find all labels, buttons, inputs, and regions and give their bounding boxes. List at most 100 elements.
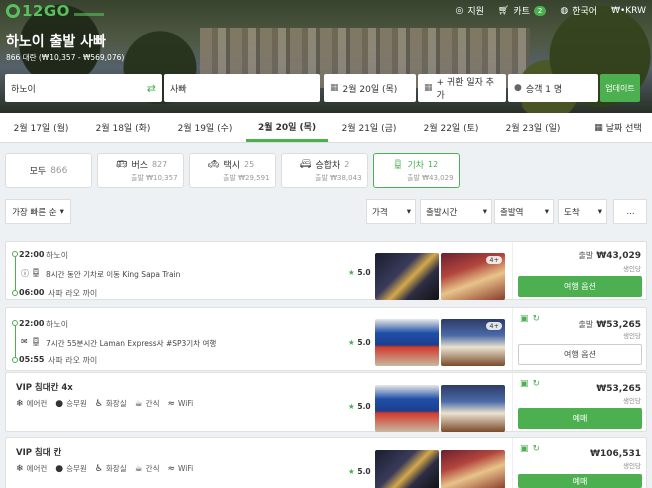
- more-filters-button[interactable]: ...: [613, 199, 647, 224]
- from-field[interactable]: 하노이 ⇄: [5, 74, 162, 102]
- price: 출발 ₩43,029: [578, 250, 641, 261]
- amenity-label: WiFi: [178, 464, 194, 473]
- price-note: 생인당: [623, 462, 641, 470]
- return-date-field[interactable]: ▦ + 귀환 일자 추가: [418, 74, 506, 102]
- rating-value: 5.0: [357, 338, 371, 347]
- trip-options-button[interactable]: 여행 옵션: [518, 276, 642, 297]
- cart-label: 카트: [513, 7, 530, 17]
- to-value: 사빠: [170, 84, 187, 95]
- calendar-icon: ▦: [330, 83, 339, 93]
- date-tab[interactable]: 2월 19일 (수): [164, 113, 246, 142]
- more-photos-badge: 4+: [486, 322, 502, 330]
- rating-value: 5.0: [357, 268, 371, 277]
- date-tab[interactable]: 2월 21일 (금): [328, 113, 410, 142]
- date-picker-button[interactable]: ▦ 날짜 선택: [584, 113, 652, 142]
- qr-icon: ▣: [520, 444, 529, 454]
- currency-selector[interactable]: ₩•KRW: [611, 6, 646, 16]
- currency-label: ₩•KRW: [611, 5, 646, 16]
- tab-bus-price: 출발 ₩10,357: [131, 174, 178, 182]
- sort-dropdown[interactable]: 가장 빠른 순 ▾: [5, 199, 71, 224]
- arrival-place: 사파 라오 까이: [48, 356, 98, 365]
- star-icon: ★: [348, 402, 355, 411]
- snack-icon: ☕︎: [134, 398, 143, 409]
- trip-card[interactable]: 22:00 하노이 ✉︎ 🚆︎ 7시간 55분시간 Laman Express사…: [5, 307, 647, 371]
- train-cabin-photo[interactable]: 4+: [441, 253, 505, 300]
- date-tab[interactable]: 2월 22일 (토): [410, 113, 492, 142]
- passengers-field[interactable]: ● 승객 1 명: [508, 74, 598, 102]
- person-icon: ●: [55, 398, 64, 409]
- amenity-label: 간식: [145, 464, 160, 473]
- bus-icon: 🚌︎: [116, 159, 128, 170]
- tab-all[interactable]: 모두 866: [5, 153, 92, 188]
- taxi-icon: 🚕︎: [208, 159, 220, 170]
- price-note: 생인당: [623, 397, 641, 405]
- language-selector[interactable]: ◍ 한국어: [560, 4, 598, 18]
- book-button[interactable]: 예매: [518, 474, 642, 488]
- cart-link[interactable]: 🛒︎ 카트 2: [497, 4, 547, 17]
- operator-icons: ▣ ↻: [520, 314, 540, 324]
- train-exterior-photo[interactable]: [375, 385, 439, 432]
- tab-van[interactable]: 🚐︎ 승합차 2 출발 ₩38,043: [281, 153, 368, 188]
- train-exterior-photo[interactable]: [375, 319, 439, 366]
- date-tab-selected[interactable]: 2월 20일 (목): [246, 113, 328, 142]
- departure-place: 하노이: [46, 320, 69, 329]
- train-exterior-photo[interactable]: [375, 450, 439, 488]
- amenity-label: 승무원: [66, 464, 87, 473]
- departure-time-filter[interactable]: 출발시간 ▾: [420, 199, 492, 224]
- cart-icon: 🛒︎: [497, 5, 510, 16]
- train-cabin-photo[interactable]: 4+: [441, 319, 505, 366]
- chevron-down-icon: ▾: [597, 206, 602, 217]
- class-card[interactable]: VIP 침대칸 4x ❄ 에어컨 ● 승무원 ♿︎ 화장실 ☕︎ 간식 ≈ WiFi ★ …: [5, 372, 647, 432]
- support-link[interactable]: ◎ 지원: [456, 4, 484, 18]
- language-label: 한국어: [572, 7, 598, 17]
- to-field[interactable]: 사빠: [164, 74, 320, 102]
- train-cabin-photo[interactable]: [441, 385, 505, 432]
- price-filter-label: 가격: [372, 207, 388, 218]
- logo-underline: [73, 12, 104, 16]
- cart-count-badge: 2: [533, 5, 547, 16]
- tab-train-price: 출발 ₩43,029: [407, 174, 454, 182]
- departure-date-field[interactable]: ▦ 2월 20일 (목): [324, 74, 416, 102]
- wifi-icon: ≈: [167, 463, 176, 474]
- book-button[interactable]: 예매: [518, 408, 642, 429]
- date-tab[interactable]: 2월 23일 (일): [492, 113, 574, 142]
- arrival-dot: [12, 357, 18, 363]
- tab-taxi[interactable]: 🚕︎ 택시 25 출발 ₩29,591: [189, 153, 276, 188]
- arrival-filter-label: 도착: [564, 207, 580, 218]
- tab-bus[interactable]: 🚌︎ 버스 827 출발 ₩10,357: [97, 153, 184, 188]
- amenity-label: 간식: [145, 399, 160, 408]
- trip-options-button[interactable]: 여행 옵션: [518, 344, 642, 365]
- passengers-value: 승객 1 명: [525, 84, 563, 95]
- trip-card[interactable]: 22:00 하노이 ⓘ 🚆︎ 8시간 동안 기차로 이동 King Sapa T…: [5, 241, 647, 300]
- price-filter[interactable]: 가격 ▾: [366, 199, 416, 224]
- route-line: [14, 257, 16, 291]
- calendar-icon: ▦: [594, 122, 603, 133]
- rating: ★ 5.0: [348, 338, 371, 347]
- price-section: ▣ ↻ 출발 ₩53,265 생인당 여행 옵션: [512, 308, 646, 370]
- update-button[interactable]: 업데이트: [600, 74, 640, 102]
- class-card[interactable]: VIP 침대 칸 ❄ 에어컨 ● 승무원 ♿︎ 화장실 ☕︎ 간식 ≈ WiFi ★ 5.…: [5, 437, 647, 488]
- departure-station-filter[interactable]: 출발역 ▾: [494, 199, 554, 224]
- train-icon: 🚆︎: [31, 268, 42, 277]
- chevron-down-icon: ▾: [59, 206, 64, 217]
- rating-value: 5.0: [357, 467, 371, 476]
- class-title: VIP 침대 칸: [16, 448, 62, 458]
- date-tab[interactable]: 2월 17일 (월): [0, 113, 82, 142]
- refresh-icon: ↻: [532, 314, 541, 324]
- restroom-icon: ♿︎: [94, 463, 103, 474]
- arrival-place: 사파 라오 까이: [48, 289, 98, 298]
- tab-train[interactable]: 🚆︎ 기차 12 출발 ₩43,029: [373, 153, 460, 188]
- swap-icon[interactable]: ⇄: [147, 82, 156, 95]
- price-section: ▣ ↻ ₩106,531 생인당 예매: [512, 438, 646, 488]
- arrival-filter[interactable]: 도착 ▾: [558, 199, 607, 224]
- date-tab[interactable]: 2월 18일 (화): [82, 113, 164, 142]
- brand-logo[interactable]: 12GO: [6, 2, 104, 20]
- more-filters-label: ...: [626, 206, 635, 217]
- logo-ring-icon: [6, 4, 20, 18]
- operator-icons: ▣ ↻: [520, 379, 540, 389]
- train-cabin-photo[interactable]: [441, 450, 505, 488]
- price: 출발 ₩53,265: [578, 319, 641, 330]
- amenity-label: WiFi: [178, 399, 194, 408]
- wifi-icon: ≈: [167, 398, 176, 409]
- train-exterior-photo[interactable]: [375, 253, 439, 300]
